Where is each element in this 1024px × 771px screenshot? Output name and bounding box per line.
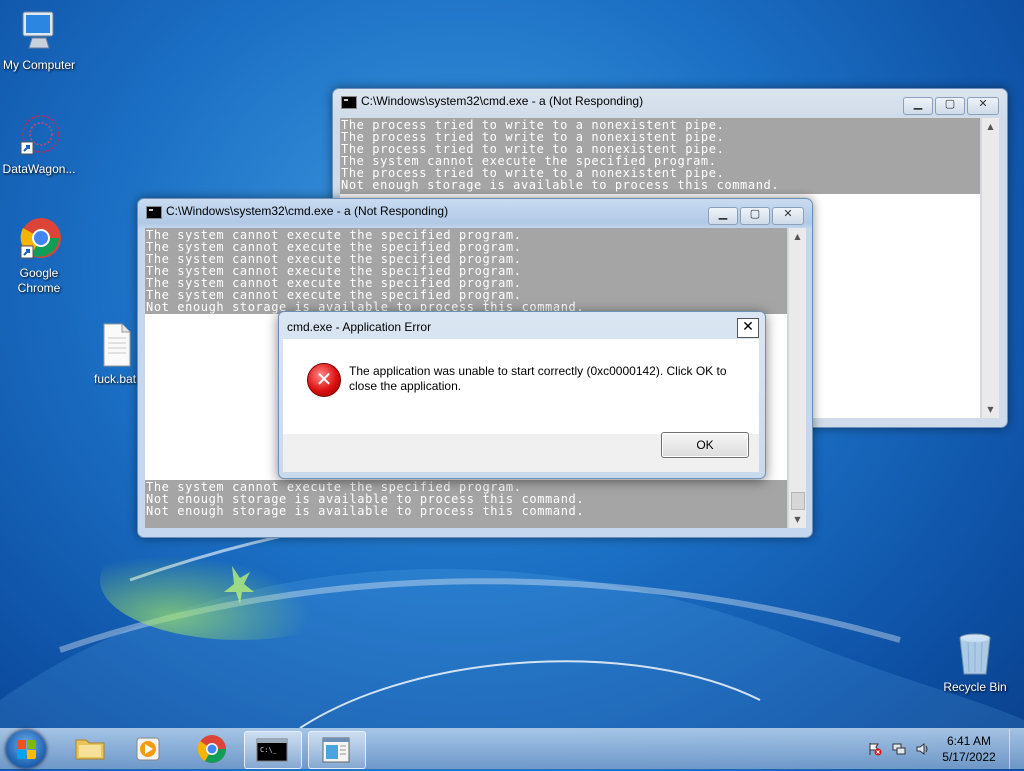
datawagon-icon	[15, 112, 63, 160]
action-center-flag-icon[interactable]	[868, 742, 882, 756]
ok-button[interactable]: OK	[661, 432, 749, 458]
cmd-icon	[341, 96, 357, 109]
taskbar-media-player[interactable]	[121, 731, 177, 767]
window-title: C:\Windows\system32\cmd.exe - a (Not Res…	[361, 94, 644, 108]
explorer-icon	[75, 739, 105, 760]
desktop-icon-label: DataWagon...	[2, 162, 76, 176]
taskbar-app-window[interactable]	[308, 731, 366, 769]
error-icon: ✕	[307, 363, 341, 397]
recycle-bin-icon	[951, 630, 999, 678]
close-button[interactable]: ✕	[967, 97, 999, 115]
scroll-up-arrow[interactable]: ▲	[789, 228, 806, 245]
title-bar[interactable]: C:\Windows\system32\cmd.exe - a (Not Res…	[339, 93, 1001, 115]
app-window-icon	[322, 737, 350, 763]
windows-logo-icon	[17, 740, 26, 749]
clock-date: 5/17/2022	[942, 750, 996, 764]
taskbar-explorer[interactable]	[62, 731, 118, 767]
network-icon[interactable]	[892, 742, 906, 756]
scroll-up-arrow[interactable]: ▲	[982, 118, 999, 135]
vertical-scrollbar[interactable]: ▲ ▼	[981, 118, 999, 418]
taskbar: C:\_ 6:41 AM 5/17/2022	[0, 728, 1024, 769]
desktop-icon-google-chrome[interactable]: Google Chrome	[0, 216, 81, 296]
clock[interactable]: 6:41 AM 5/17/2022	[934, 733, 1004, 765]
minimize-button[interactable]: ▁	[903, 97, 933, 115]
scroll-down-arrow[interactable]: ▼	[982, 401, 999, 418]
start-button[interactable]	[6, 730, 46, 768]
minimize-button[interactable]: ▁	[708, 207, 738, 225]
dialog-close-button[interactable]: ✕	[737, 318, 759, 338]
desktop-icon-label: Recycle Bin	[943, 680, 1007, 694]
console-line: Not enough storage is available to proce…	[341, 178, 780, 192]
title-bar[interactable]: C:\Windows\system32\cmd.exe - a (Not Res…	[144, 203, 806, 225]
desktop-icon-label: Google Chrome	[17, 266, 61, 295]
batch-file-icon	[92, 322, 140, 370]
error-message: The application was unable to start corr…	[349, 364, 727, 393]
media-player-icon	[136, 737, 160, 761]
chrome-icon	[15, 216, 63, 264]
close-button[interactable]: ✕	[772, 207, 804, 225]
scroll-thumb[interactable]	[791, 492, 805, 510]
clock-time: 6:41 AM	[946, 734, 992, 748]
chrome-icon	[197, 735, 226, 763]
dialog-body: ✕ The application was unable to start co…	[283, 339, 759, 434]
taskbar-cmd[interactable]: C:\_	[244, 731, 302, 769]
show-desktop-button[interactable]	[1009, 729, 1024, 769]
error-dialog[interactable]: cmd.exe - Application Error ✕ ✕ The appl…	[278, 311, 766, 479]
desktop-icon-my-computer[interactable]: My Computer	[0, 8, 81, 73]
window-title: C:\Windows\system32\cmd.exe - a (Not Res…	[166, 204, 449, 218]
console-line: Not enough storage is available to proce…	[146, 504, 585, 518]
desktop-icon-datawagon[interactable]: DataWagon...	[0, 112, 81, 177]
dialog-title: cmd.exe - Application Error	[287, 320, 432, 334]
desktop-icon-label: My Computer	[2, 58, 76, 72]
maximize-button[interactable]: ▢	[740, 207, 770, 225]
taskbar-chrome[interactable]	[184, 731, 240, 767]
desktop-icon-recycle-bin[interactable]: Recycle Bin	[933, 630, 1017, 695]
volume-icon[interactable]	[916, 742, 930, 756]
computer-icon	[15, 8, 63, 56]
maximize-button[interactable]: ▢	[935, 97, 965, 115]
svg-text:C:\_: C:\_	[260, 746, 278, 754]
scroll-down-arrow[interactable]: ▼	[789, 511, 806, 528]
cmd-icon	[146, 206, 162, 219]
cmd-icon: C:\_	[256, 738, 288, 762]
vertical-scrollbar[interactable]: ▲ ▼	[788, 228, 806, 528]
